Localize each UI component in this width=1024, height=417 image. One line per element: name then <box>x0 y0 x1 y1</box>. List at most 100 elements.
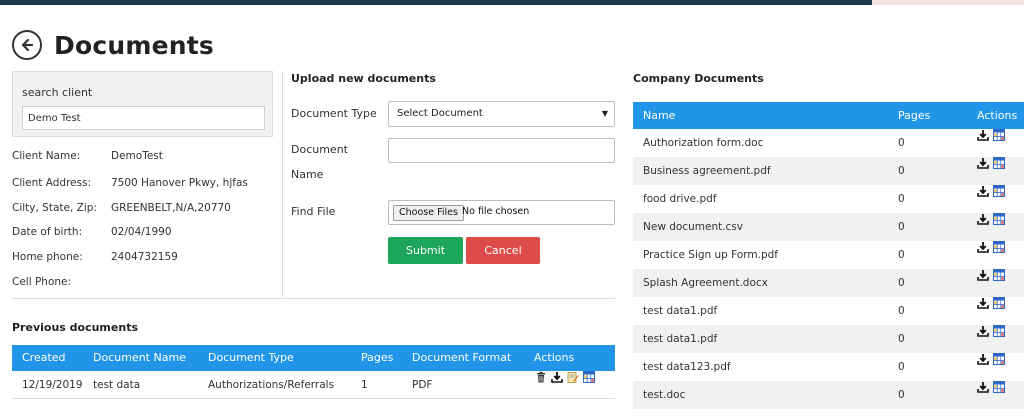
row-document-type: Authorizations/Referrals <box>208 379 335 391</box>
table-row: Business agreement.pdf 0 <box>633 157 1024 185</box>
file-input[interactable]: Choose Files No file chosen <box>388 200 615 225</box>
header-actions: Actions <box>534 351 575 364</box>
row-actions <box>977 297 1005 309</box>
client-home-phone-value: 2404732159 <box>111 251 178 263</box>
table-row: Authorization form.doc 0 <box>633 129 1024 157</box>
company-doc-name[interactable]: Business agreement.pdf <box>643 157 771 185</box>
company-doc-pages: 0 <box>898 361 905 373</box>
company-doc-pages: 0 <box>898 277 905 289</box>
row-document-name: test data <box>93 379 141 391</box>
company-doc-name[interactable]: Practice Sign up Form.pdf <box>643 241 778 269</box>
top-bar-accent <box>872 0 1024 5</box>
row-pages: 1 <box>361 379 368 391</box>
download-icon[interactable] <box>977 353 989 365</box>
company-doc-name[interactable]: test data1.pdf <box>643 325 717 353</box>
grid-view-icon[interactable] <box>993 213 1005 225</box>
company-documents-table: Name Pages Actions Authorization form.do… <box>633 102 1024 409</box>
header-document-format: Document Format <box>412 351 512 364</box>
company-table-header: Name Pages Actions <box>633 102 1024 129</box>
row-actions <box>977 325 1005 337</box>
file-status: No file chosen <box>462 206 530 217</box>
company-doc-name[interactable]: Authorization form.doc <box>643 129 763 157</box>
document-type-label: Document Type <box>291 107 377 120</box>
upload-title: Upload new documents <box>291 72 436 85</box>
download-icon[interactable] <box>977 297 989 309</box>
company-doc-name[interactable]: food drive.pdf <box>643 185 717 213</box>
row-created: 12/19/2019 <box>22 379 83 391</box>
row-actions <box>977 241 1005 253</box>
download-icon[interactable] <box>977 325 989 337</box>
grid-view-icon[interactable] <box>993 325 1005 337</box>
row-document-format: PDF <box>412 379 433 391</box>
row-actions <box>977 129 1005 141</box>
search-client-input[interactable] <box>22 106 265 130</box>
horizontal-divider <box>12 298 615 299</box>
grid-view-icon[interactable] <box>993 157 1005 169</box>
download-icon[interactable] <box>551 371 563 383</box>
page-header: Documents <box>12 30 214 60</box>
trash-icon[interactable] <box>535 371 547 383</box>
document-name-input[interactable] <box>388 138 615 163</box>
row-actions <box>977 353 1005 365</box>
table-row: Practice Sign up Form.pdf 0 <box>633 241 1024 269</box>
previous-documents-title: Previous documents <box>12 321 138 334</box>
table-row: test data1.pdf 0 <box>633 325 1024 353</box>
header-document-type: Document Type <box>208 351 294 364</box>
table-row: test data123.pdf 0 <box>633 353 1024 381</box>
row-actions <box>977 185 1005 197</box>
grid-view-icon[interactable] <box>993 353 1005 365</box>
search-client-panel: search client <box>12 71 273 137</box>
company-doc-name[interactable]: Splash Agreement.docx <box>643 269 768 297</box>
edit-note-icon[interactable] <box>567 371 579 383</box>
company-doc-pages: 0 <box>898 305 905 317</box>
arrow-left-circle-icon <box>21 38 34 52</box>
previous-table-header: Created Document Name Document Type Page… <box>12 345 615 371</box>
company-doc-name[interactable]: test data123.pdf <box>643 353 731 381</box>
client-home-phone-label: Home phone: <box>12 251 83 263</box>
company-doc-pages: 0 <box>898 165 905 177</box>
company-doc-name[interactable]: New document.csv <box>643 213 743 241</box>
client-city-value: GREENBELT,N/A,20770 <box>111 202 231 214</box>
page-title: Documents <box>54 30 214 60</box>
download-icon[interactable] <box>977 157 989 169</box>
client-dob-label: Date of birth: <box>12 226 83 238</box>
previous-documents-table: Created Document Name Document Type Page… <box>12 345 615 399</box>
document-type-select[interactable]: Select Document ▼ <box>388 101 615 127</box>
table-row: New document.csv 0 <box>633 213 1024 241</box>
download-icon[interactable] <box>977 213 989 225</box>
grid-view-icon[interactable] <box>993 269 1005 281</box>
company-doc-name[interactable]: test.doc <box>643 381 685 409</box>
caret-down-icon: ▼ <box>601 109 608 118</box>
grid-view-icon[interactable] <box>993 185 1005 197</box>
download-icon[interactable] <box>977 129 989 141</box>
table-row: food drive.pdf 0 <box>633 185 1024 213</box>
top-bar <box>0 0 1024 5</box>
row-actions <box>535 371 595 383</box>
choose-files-button[interactable]: Choose Files <box>393 205 464 221</box>
client-address-value: 7500 Hanover Pkwy, hjfas <box>111 177 248 189</box>
header-pages: Pages <box>361 351 394 364</box>
client-name-value: DemoTest <box>111 150 163 162</box>
client-dob-value: 02/04/1990 <box>111 226 172 238</box>
company-doc-pages: 0 <box>898 389 905 401</box>
download-icon[interactable] <box>977 381 989 393</box>
download-icon[interactable] <box>977 241 989 253</box>
row-actions <box>977 213 1005 225</box>
company-doc-name[interactable]: test data1.pdf <box>643 297 717 325</box>
submit-button[interactable]: Submit <box>388 237 463 264</box>
grid-view-icon[interactable] <box>993 381 1005 393</box>
company-documents-title: Company Documents <box>633 72 764 85</box>
company-doc-pages: 0 <box>898 137 905 149</box>
grid-view-icon[interactable] <box>993 129 1005 141</box>
grid-view-icon[interactable] <box>993 241 1005 253</box>
table-row: test.doc 0 <box>633 381 1024 409</box>
download-icon[interactable] <box>977 185 989 197</box>
download-icon[interactable] <box>977 269 989 281</box>
header-document-name: Document Name <box>93 351 186 364</box>
grid-view-icon[interactable] <box>993 297 1005 309</box>
cancel-button[interactable]: Cancel <box>466 237 540 264</box>
row-actions <box>977 269 1005 281</box>
grid-view-icon[interactable] <box>583 371 595 383</box>
back-button[interactable] <box>12 30 42 60</box>
row-actions <box>977 157 1005 169</box>
